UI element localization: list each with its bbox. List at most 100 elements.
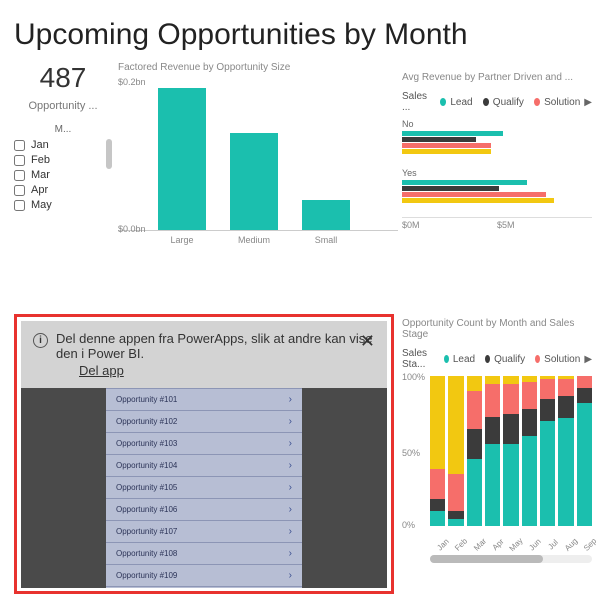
slicer-item[interactable]: Mar bbox=[14, 169, 112, 181]
bar-seg[interactable] bbox=[402, 198, 554, 203]
slicer-scrollbar[interactable] bbox=[104, 139, 114, 209]
list-item[interactable]: Opportunity #106› bbox=[106, 499, 302, 521]
bar-seg[interactable] bbox=[402, 186, 499, 191]
y-axis-label: 100% bbox=[402, 372, 425, 382]
bar-seg[interactable] bbox=[402, 137, 476, 142]
chevron-right-icon: › bbox=[289, 570, 292, 581]
bar-seg[interactable] bbox=[402, 143, 491, 148]
x-axis-label: $0M bbox=[402, 220, 420, 230]
slicer-item[interactable]: Jan bbox=[14, 139, 112, 151]
slicer-title: M... bbox=[14, 124, 112, 135]
slicer-label: Apr bbox=[31, 184, 48, 196]
slicer-item[interactable]: Feb bbox=[14, 154, 112, 166]
checkbox[interactable] bbox=[14, 140, 25, 151]
category-label: No bbox=[402, 119, 592, 129]
category-label: Yes bbox=[402, 168, 592, 178]
kpi-card: 487 Opportunity ... M... Jan Feb Mar Apr… bbox=[14, 62, 112, 245]
chart-title: Avg Revenue by Partner Driven and ... bbox=[402, 72, 592, 83]
stacked-bar[interactable] bbox=[485, 376, 500, 526]
legend-swatch bbox=[485, 355, 490, 363]
stacked-bar[interactable] bbox=[558, 376, 573, 526]
banner-text: Del denne appen fra PowerApps, slik at a… bbox=[56, 331, 373, 361]
legend-swatch bbox=[440, 98, 446, 106]
kpi-label: Opportunity ... bbox=[14, 100, 112, 112]
legend-swatch bbox=[483, 98, 489, 106]
stacked-bar[interactable] bbox=[467, 376, 482, 526]
x-axis-label: Apr bbox=[489, 536, 506, 553]
checkbox[interactable] bbox=[14, 200, 25, 211]
slicer-item[interactable]: Apr bbox=[14, 184, 112, 196]
x-axis-label: $5M bbox=[497, 220, 515, 230]
stacked-bar[interactable] bbox=[503, 376, 518, 526]
bar-seg[interactable] bbox=[402, 149, 491, 154]
chevron-right-icon: › bbox=[289, 504, 292, 515]
bar-seg[interactable] bbox=[402, 180, 527, 185]
chevron-right-icon: › bbox=[289, 526, 292, 537]
legend-swatch bbox=[444, 355, 449, 363]
list-item[interactable]: Opportunity #109› bbox=[106, 565, 302, 587]
legend: Sales Sta... Lead Qualify Solution ▶ bbox=[402, 348, 592, 370]
chevron-right-icon: › bbox=[289, 416, 292, 427]
slicer-item[interactable]: May bbox=[14, 199, 112, 211]
legend-next-icon[interactable]: ▶ bbox=[584, 354, 592, 365]
y-axis-label: 50% bbox=[402, 448, 420, 458]
chevron-right-icon: › bbox=[289, 394, 292, 405]
list-item[interactable]: Opportunity #101› bbox=[106, 388, 302, 411]
x-axis-label: Small bbox=[302, 235, 350, 245]
list-item[interactable]: Opportunity #105› bbox=[106, 477, 302, 499]
slicer-label: Jan bbox=[31, 139, 49, 151]
slicer-label: Mar bbox=[31, 169, 50, 181]
legend: Sales ... Lead Qualify Solution ▶ bbox=[402, 91, 592, 113]
bar[interactable] bbox=[158, 88, 206, 230]
stacked-bar[interactable] bbox=[430, 376, 445, 526]
stacked-bar[interactable] bbox=[577, 376, 592, 526]
y-axis-label: $0.2bn bbox=[118, 77, 146, 87]
list-item[interactable]: Opportunity #103› bbox=[106, 433, 302, 455]
bar[interactable] bbox=[230, 133, 278, 230]
close-icon[interactable]: ✕ bbox=[360, 331, 375, 352]
y-axis-label: 0% bbox=[402, 520, 415, 530]
checkbox[interactable] bbox=[14, 170, 25, 181]
chart-title: Factored Revenue by Opportunity Size bbox=[118, 62, 398, 73]
list-item[interactable]: Opportunity #107› bbox=[106, 521, 302, 543]
share-app-link[interactable]: Del app bbox=[79, 363, 124, 378]
legend-swatch bbox=[534, 98, 540, 106]
bar[interactable] bbox=[302, 200, 350, 230]
legend-swatch bbox=[535, 355, 540, 363]
bar-seg[interactable] bbox=[402, 192, 546, 197]
opportunity-list[interactable]: Opportunity #101› Opportunity #102› Oppo… bbox=[106, 388, 302, 588]
powerapps-visual[interactable]: i Del denne appen fra PowerApps, slik at… bbox=[14, 314, 394, 594]
list-item[interactable]: Opportunity #104› bbox=[106, 455, 302, 477]
bar-seg[interactable] bbox=[402, 131, 503, 136]
x-axis-label: Medium bbox=[230, 235, 278, 245]
x-axis-label: Aug bbox=[563, 536, 580, 553]
list-item[interactable]: Opportunity #102› bbox=[106, 411, 302, 433]
factored-revenue-chart[interactable]: Factored Revenue by Opportunity Size $0.… bbox=[118, 62, 398, 245]
x-axis-label: Jan bbox=[434, 536, 451, 553]
x-axis-label: May bbox=[508, 536, 525, 553]
checkbox[interactable] bbox=[14, 155, 25, 166]
x-axis-label: Feb bbox=[453, 536, 470, 553]
y-axis-label: $0.0bn bbox=[118, 224, 146, 234]
stacked-bar[interactable] bbox=[448, 376, 463, 526]
x-axis-label: Large bbox=[158, 235, 206, 245]
legend-next-icon[interactable]: ▶ bbox=[584, 97, 592, 108]
horizontal-scrollbar[interactable] bbox=[430, 555, 592, 563]
month-slicer[interactable]: Jan Feb Mar Apr May bbox=[14, 139, 112, 211]
stacked-bar[interactable] bbox=[522, 376, 537, 526]
stacked-bar[interactable] bbox=[540, 376, 555, 526]
x-axis-label: Jul bbox=[544, 536, 561, 553]
share-banner: i Del denne appen fra PowerApps, slik at… bbox=[21, 321, 387, 388]
opportunity-count-chart[interactable]: Opportunity Count by Month and Sales Sta… bbox=[402, 318, 592, 563]
info-icon: i bbox=[33, 333, 48, 348]
x-axis-label: Jun bbox=[526, 536, 543, 553]
list-item[interactable]: Opportunity #108› bbox=[106, 543, 302, 565]
slicer-label: May bbox=[31, 199, 52, 211]
x-axis-label: Sep bbox=[581, 536, 598, 553]
checkbox[interactable] bbox=[14, 185, 25, 196]
chevron-right-icon: › bbox=[289, 482, 292, 493]
avg-revenue-chart[interactable]: Avg Revenue by Partner Driven and ... Sa… bbox=[402, 72, 592, 230]
x-axis-label: Mar bbox=[471, 536, 488, 553]
chevron-right-icon: › bbox=[289, 460, 292, 471]
powerapps-canvas: Opportunity #101› Opportunity #102› Oppo… bbox=[21, 388, 387, 588]
